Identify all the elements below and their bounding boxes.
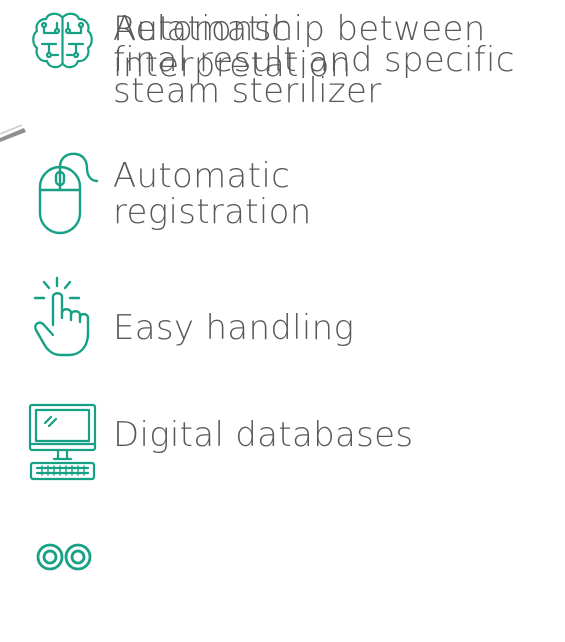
feature-easy-handling: Easy handling xyxy=(0,270,565,365)
feature-relationship xyxy=(0,520,565,642)
computer-mouse-icon xyxy=(37,150,99,236)
feature-label-line: Automatic xyxy=(113,156,291,196)
desktop-computer-icon xyxy=(28,403,97,481)
feature-label-line: Easy handling xyxy=(113,308,355,348)
feature-label-line: registration xyxy=(113,192,312,232)
feature-label-line: steam sterilizer xyxy=(113,71,382,111)
feature-automatic-registration: Automatic registration xyxy=(0,140,565,240)
brain-circuit-icon xyxy=(29,11,96,71)
feature-list-page: { "accent_color": "#16a085", "text_color… xyxy=(0,0,565,642)
feature-label: Automatic registration xyxy=(113,158,312,230)
feature-label: Digital databases xyxy=(113,417,413,453)
feature-label-line: Digital databases xyxy=(113,415,414,455)
feature-label: Easy handling xyxy=(113,310,354,346)
decorative-edge-line xyxy=(0,124,26,142)
feature-digital-databases: Digital databases xyxy=(0,395,565,485)
feature-label: Relationship between final result and sp… xyxy=(113,12,515,111)
hand-tap-icon xyxy=(31,275,95,361)
infinity-link-icon xyxy=(34,542,94,572)
